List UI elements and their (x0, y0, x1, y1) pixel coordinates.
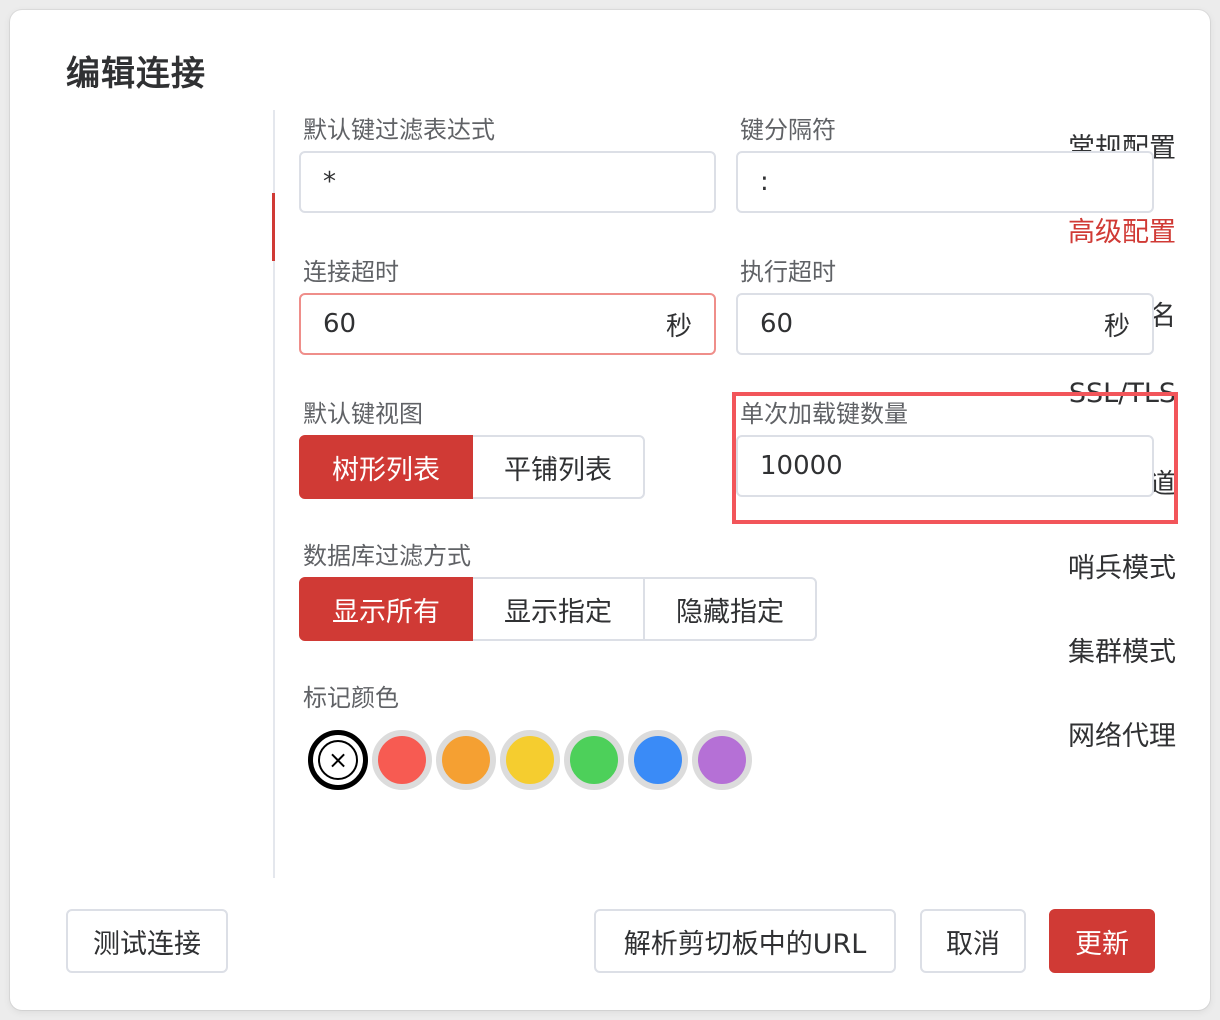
edit-connection-dialog: 编辑连接 常规配置 高级配置 数据库别名 SSL/TLS SSH隧道 哨兵模式 … (10, 10, 1210, 1010)
conn-timeout-label: 连接超时 (303, 258, 399, 286)
color-swatch-3[interactable] (500, 730, 560, 790)
exec-timeout-unit: 秒 (1103, 311, 1130, 342)
update-button[interactable]: 更新 (1049, 909, 1155, 973)
key-view-label: 默认键视图 (303, 400, 423, 428)
db-filter-hide-specified-button[interactable]: 隐藏指定 (643, 577, 817, 641)
sidebar-active-indicator (272, 193, 275, 261)
color-none-swatch[interactable]: × (308, 730, 368, 790)
db-filter-show-specified-button[interactable]: 显示指定 (471, 577, 645, 641)
key-view-toggle: 树形列表 平铺列表 (299, 435, 645, 499)
db-filter-show-all-button[interactable]: 显示所有 (299, 577, 473, 641)
key-filter-input[interactable]: * (299, 151, 716, 213)
mark-color-swatches: × (308, 730, 756, 790)
key-filter-value: * (323, 167, 336, 197)
color-swatch-2[interactable] (436, 730, 496, 790)
color-swatch-1[interactable] (372, 730, 432, 790)
key-separator-input[interactable]: : (736, 151, 1154, 213)
conn-timeout-input[interactable]: 60 秒 (299, 293, 716, 355)
mark-color-label: 标记颜色 (303, 684, 399, 712)
exec-timeout-input[interactable]: 60 秒 (736, 293, 1154, 355)
exec-timeout-value: 60 (760, 309, 794, 339)
color-swatch-6[interactable] (692, 730, 752, 790)
key-separator-label: 键分隔符 (740, 116, 836, 144)
key-view-flat-button[interactable]: 平铺列表 (471, 435, 645, 499)
sidebar-item-advanced[interactable]: 高级配置 (1068, 210, 1176, 249)
parse-clipboard-url-button[interactable]: 解析剪切板中的URL (594, 909, 896, 973)
key-view-tree-button[interactable]: 树形列表 (299, 435, 473, 499)
test-connection-button[interactable]: 测试连接 (66, 909, 228, 973)
key-separator-value: : (760, 167, 769, 197)
load-size-label: 单次加载键数量 (740, 400, 908, 428)
cancel-button[interactable]: 取消 (920, 909, 1026, 973)
key-filter-label: 默认键过滤表达式 (303, 116, 495, 144)
load-size-input[interactable]: 10000 (736, 435, 1154, 497)
conn-timeout-unit: 秒 (665, 311, 692, 342)
clear-icon: × (318, 740, 358, 780)
color-swatch-4[interactable] (564, 730, 624, 790)
load-size-value: 10000 (760, 451, 843, 481)
sidebar-item-proxy[interactable]: 网络代理 (1068, 714, 1176, 753)
conn-timeout-value: 60 (323, 309, 357, 339)
db-filter-toggle: 显示所有 显示指定 隐藏指定 (299, 577, 817, 641)
dialog-title: 编辑连接 (66, 54, 206, 94)
db-filter-label: 数据库过滤方式 (303, 542, 471, 570)
sidebar-item-cluster[interactable]: 集群模式 (1068, 630, 1176, 669)
color-swatch-5[interactable] (628, 730, 688, 790)
sidebar-item-sentinel[interactable]: 哨兵模式 (1068, 546, 1176, 585)
exec-timeout-label: 执行超时 (740, 258, 836, 286)
